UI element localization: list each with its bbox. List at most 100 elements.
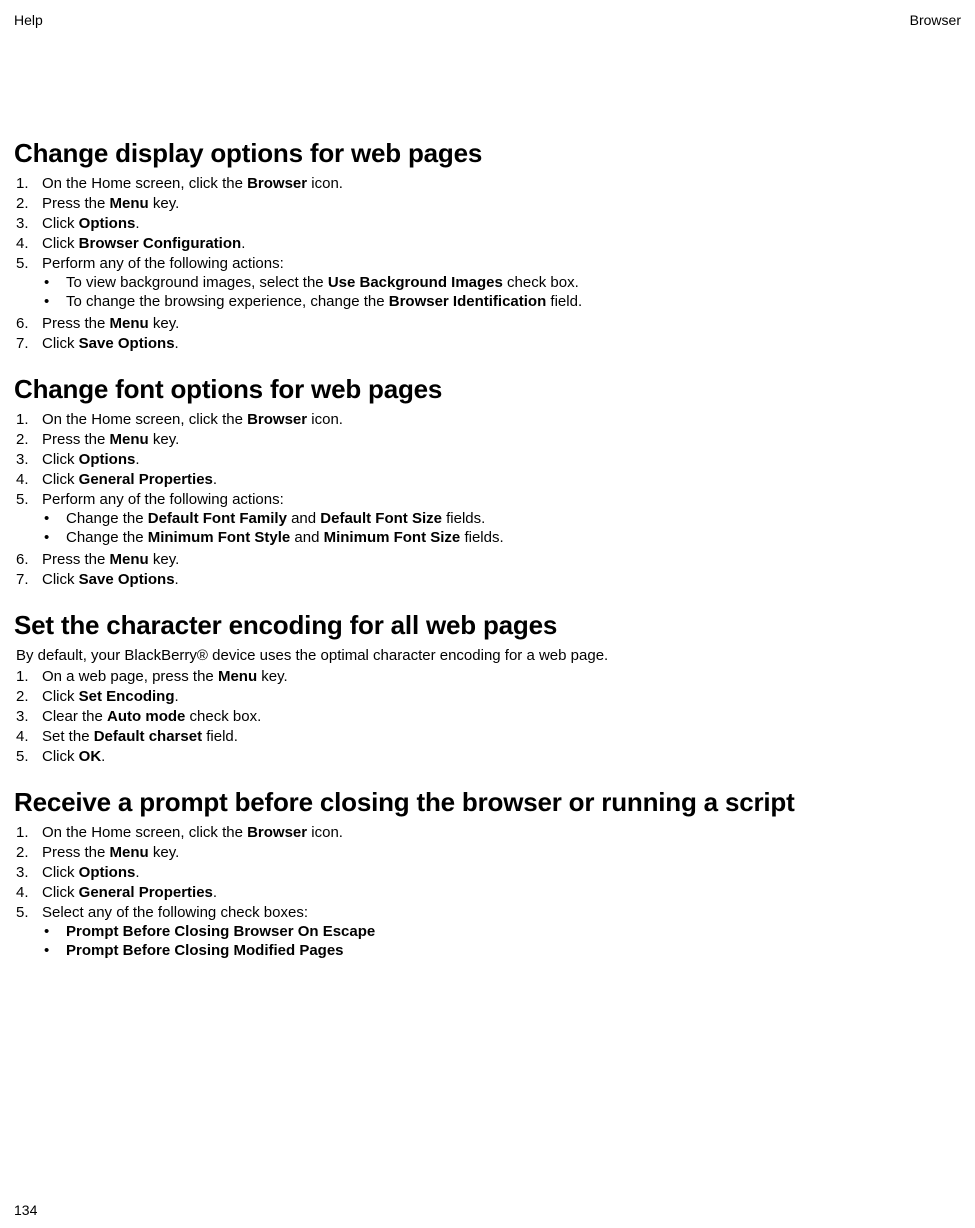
step-item: 4.Click General Properties.: [14, 884, 961, 901]
step-body: Set the Default charset field.: [42, 728, 961, 745]
step-body: Perform any of the following actions: •Ch…: [42, 491, 961, 548]
step-item: 3.Clear the Auto mode check box.: [14, 708, 961, 725]
bold-text: Menu: [110, 315, 149, 332]
body-text: To change the browsing experience, chang…: [66, 293, 389, 310]
body-text: Perform any of the following actions:: [42, 491, 284, 508]
bullet-body: Change the Default Font Family and Defau…: [66, 510, 485, 527]
step-number: 3.: [14, 451, 42, 468]
body-text: key.: [149, 195, 180, 212]
bold-text: Menu: [110, 551, 149, 568]
body-text: .: [135, 215, 139, 232]
section-title: Change font options for web pages: [14, 374, 961, 405]
bullet-item: •To view background images, select the U…: [42, 274, 961, 291]
step-item: 6.Press the Menu key.: [14, 551, 961, 568]
bold-text: Menu: [218, 668, 257, 685]
body-text: and: [290, 529, 323, 546]
step-body: Select any of the following check boxes:…: [42, 904, 961, 961]
section-title: Change display options for web pages: [14, 138, 961, 169]
bold-text: Use Background Images: [328, 274, 503, 291]
bold-text: Options: [79, 451, 136, 468]
bullet-marker: •: [42, 529, 66, 546]
step-body: Perform any of the following actions:•To…: [42, 255, 961, 312]
body-text: .: [213, 471, 217, 488]
step-number: 5.: [14, 491, 42, 508]
step-number: 4.: [14, 884, 42, 901]
bold-text: Browser: [247, 175, 307, 192]
body-text: Change the: [66, 510, 148, 527]
step-item: 5.Select any of the following check boxe…: [14, 904, 961, 961]
bold-text: General Properties: [79, 471, 213, 488]
body-text: .: [175, 688, 179, 705]
body-text: On the Home screen, click the: [42, 175, 247, 192]
step-body: Click General Properties.: [42, 884, 961, 901]
step-number: 3.: [14, 215, 42, 232]
body-text: On the Home screen, click the: [42, 824, 247, 841]
page-number: 134: [14, 1202, 37, 1218]
step-item: 7.Click Save Options.: [14, 335, 961, 352]
bullet-item: •To change the browsing experience, chan…: [42, 293, 961, 310]
bullet-marker: •: [42, 293, 66, 310]
bold-text: Save Options: [79, 335, 175, 352]
step-body: Click Options.: [42, 864, 961, 881]
body-text: To view background images, select the: [66, 274, 328, 291]
bold-text: Menu: [110, 431, 149, 448]
step-number: 5.: [14, 748, 42, 765]
body-text: icon.: [307, 824, 343, 841]
step-item: 3.Click Options.: [14, 864, 961, 881]
body-text: On the Home screen, click the: [42, 411, 247, 428]
step-body: Click Options.: [42, 215, 961, 232]
body-text: Click: [42, 235, 79, 252]
step-item: 4.Click Browser Configuration.: [14, 235, 961, 252]
bold-text: Browser: [247, 824, 307, 841]
step-body: On a web page, press the Menu key.: [42, 668, 961, 685]
step-item: 5.Click OK.: [14, 748, 961, 765]
step-body: Press the Menu key.: [42, 431, 961, 448]
bullet-body: Prompt Before Closing Browser On Escape: [66, 923, 375, 940]
bold-text: OK: [79, 748, 102, 765]
bullet-body: To view background images, select the Us…: [66, 274, 579, 291]
step-number: 2.: [14, 844, 42, 861]
step-number: 2.: [14, 431, 42, 448]
step-item: 7.Click Save Options.: [14, 571, 961, 588]
body-text: Click: [42, 864, 79, 881]
bullet-list: •To view background images, select the U…: [42, 274, 961, 310]
bold-text: Options: [79, 215, 136, 232]
page-header: Help Browser: [14, 12, 961, 28]
step-item: 1.On the Home screen, click the Browser …: [14, 824, 961, 841]
bold-text: Set Encoding: [79, 688, 175, 705]
body-text: Change the: [66, 529, 148, 546]
body-text: Select any of the following check boxes:: [42, 904, 308, 921]
bullet-marker: •: [42, 274, 66, 291]
document-page: Help Browser Change display options for …: [0, 0, 975, 1228]
bullet-marker: •: [42, 942, 66, 959]
body-text: .: [241, 235, 245, 252]
body-text: .: [101, 748, 105, 765]
bold-text: Auto mode: [107, 708, 185, 725]
step-body: Click OK.: [42, 748, 961, 765]
bold-text: Browser Configuration: [79, 235, 242, 252]
body-text: key.: [149, 315, 180, 332]
step-item: 6.Press the Menu key.: [14, 315, 961, 332]
body-text: Set the: [42, 728, 94, 745]
step-body: Click Save Options.: [42, 571, 961, 588]
step-body: Click Options.: [42, 451, 961, 468]
step-item: 2.Click Set Encoding.: [14, 688, 961, 705]
body-text: .: [213, 884, 217, 901]
step-item: 1.On the Home screen, click the Browser …: [14, 411, 961, 428]
bold-text: Menu: [110, 844, 149, 861]
step-number: 1.: [14, 668, 42, 685]
bullet-body: Prompt Before Closing Modified Pages: [66, 942, 344, 959]
step-item: 4.Set the Default charset field.: [14, 728, 961, 745]
step-number: 5.: [14, 904, 42, 921]
bullet-list: •Prompt Before Closing Browser On Escape…: [42, 923, 961, 959]
body-text: icon.: [307, 411, 343, 428]
body-text: Click: [42, 335, 79, 352]
body-text: .: [135, 451, 139, 468]
body-text: fields.: [442, 510, 485, 527]
bold-text: Default Font Size: [320, 510, 442, 527]
body-text: Clear the: [42, 708, 107, 725]
steps-list: 1.On the Home screen, click the Browser …: [14, 175, 961, 352]
body-text: .: [175, 571, 179, 588]
bold-text: Browser: [247, 411, 307, 428]
bullet-item: •Change the Minimum Font Style and Minim…: [42, 529, 961, 546]
